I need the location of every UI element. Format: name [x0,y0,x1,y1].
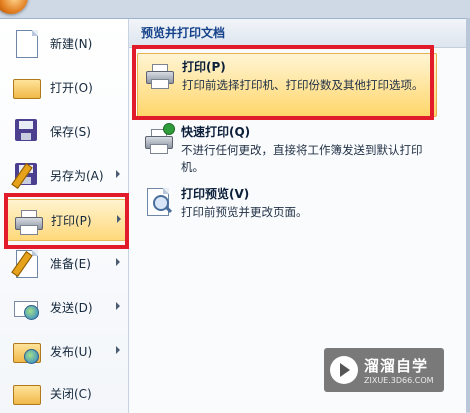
printer-icon [11,204,43,236]
publish-icon [10,335,42,367]
menu-item-save-as[interactable]: 另存为(A) [4,155,124,195]
prepare-icon [10,247,42,279]
printer-icon [142,58,176,92]
submenu-arrow-icon [117,215,121,223]
office-button[interactable] [0,0,28,14]
menu-command-list: 新建(N) 打开(O) 保存(S) 另存为(A) 打印(P) 准备(E) 发送(… [0,19,129,413]
menu-item-label: 打开(O) [50,80,93,95]
submenu-item-description: 打印前选择打印机、打印份数及其他打印选项。 [182,78,424,92]
menu-item-label: 发布(U) [50,344,93,359]
watermark-url: ZIXUE.3D66.COM [364,376,434,385]
open-folder-icon [10,71,42,103]
play-logo-icon [330,356,358,384]
new-document-icon [10,27,42,59]
submenu-item-description: 打印前预览并更改页面。 [181,205,308,219]
watermark: 溜溜自学 ZIXUE.3D66.COM [324,348,444,392]
submenu-arrow-icon [116,170,120,178]
watermark-name: 溜溜自学 [364,357,429,375]
menu-item-prepare[interactable]: 准备(E) [4,243,124,283]
menu-item-label: 准备(E) [50,256,91,271]
menu-item-send[interactable]: 发送(D) [4,287,124,327]
close-document-icon [10,377,42,409]
submenu-item-description: 不进行任何更改，直接将工作簿发送到默认打印机。 [181,143,423,174]
submenu-header: 预览并打印文档 [129,19,466,48]
submenu-item-title: 打印预览(V) [181,187,250,201]
menu-item-publish[interactable]: 发布(U) [4,331,124,371]
submenu-arrow-icon [116,346,120,354]
menu-item-label: 保存(S) [50,124,91,139]
menu-item-open[interactable]: 打开(O) [4,67,124,107]
quick-print-icon [141,123,175,157]
save-as-icon [10,159,42,191]
menu-item-label: 新建(N) [50,36,93,51]
menu-item-close[interactable]: 关闭(C) [4,373,124,413]
save-disk-icon [10,115,42,147]
menu-item-label: 打印(P) [51,213,92,228]
submenu-item-title: 快速打印(Q) [181,125,251,139]
submenu-arrow-icon [116,258,120,266]
submenu-arrow-icon [116,302,120,310]
window-background-strip [466,18,470,412]
submenu-item-quick-print[interactable]: 快速打印(Q) 不进行任何更改，直接将工作簿发送到默认打印机。 [137,119,435,177]
menu-item-label: 另存为(A) [50,168,104,183]
submenu-item-title: 打印(P) [182,60,226,74]
menu-item-print[interactable]: 打印(P) [4,199,126,241]
submenu-item-print[interactable]: 打印(P) 打印前选择打印机、打印份数及其他打印选项。 [137,53,437,117]
send-icon [10,291,42,323]
menu-item-label: 发送(D) [50,300,93,315]
menu-item-label: 关闭(C) [50,386,92,401]
submenu-item-print-preview[interactable]: 打印预览(V) 打印前预览并更改页面。 [137,181,435,225]
print-preview-icon [141,185,175,219]
menu-item-save[interactable]: 保存(S) [4,111,124,151]
menu-item-new[interactable]: 新建(N) [4,23,124,63]
